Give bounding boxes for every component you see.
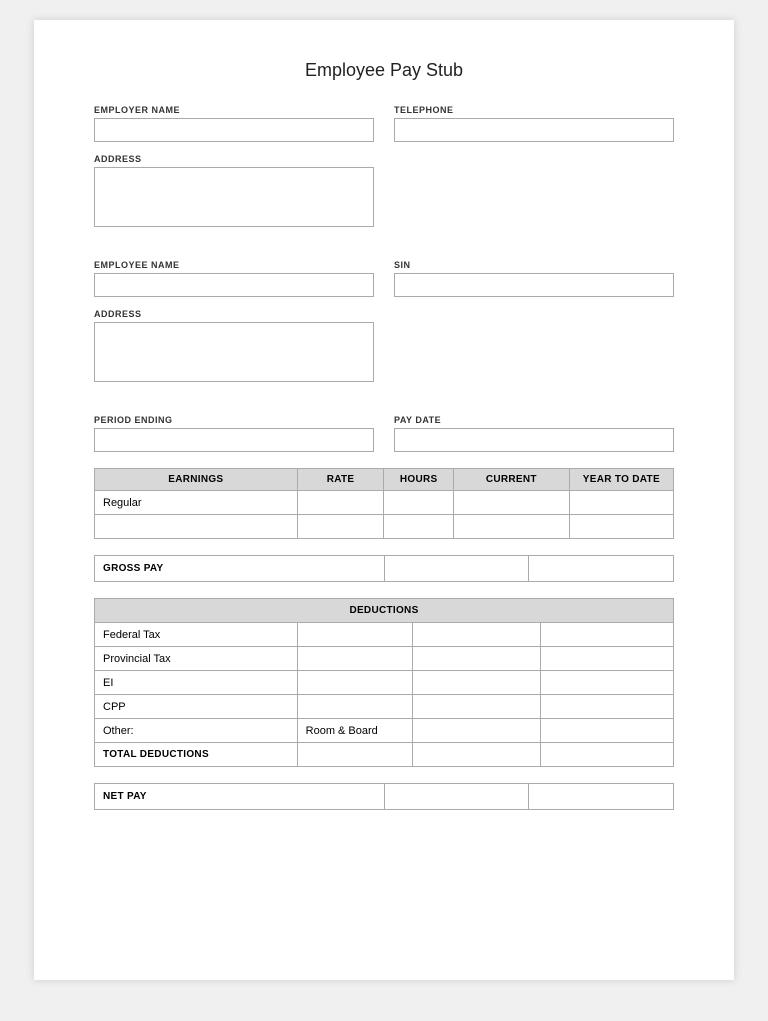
deductions-header-row: DEDUCTIONS <box>95 599 674 623</box>
deductions-header: DEDUCTIONS <box>95 599 674 623</box>
earnings-row-ytd <box>569 491 673 515</box>
employee-address-label: ADDRESS <box>94 309 374 319</box>
period-ending-input[interactable] <box>94 428 374 452</box>
deductions-federal-ytd <box>540 623 673 647</box>
pay-date-label: PAY DATE <box>394 415 674 425</box>
employee-right: SIN <box>394 260 674 399</box>
gross-pay-table: GROSS PAY <box>94 555 674 582</box>
deductions-federal-sub <box>297 623 413 647</box>
deductions-provincial-sub <box>297 647 413 671</box>
deductions-federal-row: Federal Tax <box>95 623 674 647</box>
sin-input[interactable] <box>394 273 674 297</box>
deductions-cpp-ytd <box>540 695 673 719</box>
table-row-empty <box>95 515 674 539</box>
deductions-provincial-label: Provincial Tax <box>95 647 298 671</box>
deductions-provincial-current <box>413 647 540 671</box>
deductions-other-label: Other: <box>95 719 298 743</box>
deductions-provincial-ytd <box>540 647 673 671</box>
employee-section: EMPLOYEE NAME ADDRESS SIN <box>94 260 674 399</box>
earnings-header-current: CURRENT <box>453 469 569 491</box>
earnings-header-ytd: YEAR TO DATE <box>569 469 673 491</box>
earnings-row-hours <box>384 491 453 515</box>
employer-right: TELEPHONE <box>394 105 674 244</box>
gross-pay-row: GROSS PAY <box>95 556 674 582</box>
gross-pay-ytd <box>529 556 674 582</box>
employee-address-input[interactable] <box>94 322 374 382</box>
net-pay-label: NET PAY <box>95 784 385 810</box>
employer-name-input[interactable] <box>94 118 374 142</box>
deductions-ei-current <box>413 671 540 695</box>
deductions-other-ytd <box>540 719 673 743</box>
employee-name-label: EMPLOYEE NAME <box>94 260 374 270</box>
employee-name-group: EMPLOYEE NAME <box>94 260 374 297</box>
employer-left: EMPLOYER NAME ADDRESS <box>94 105 374 244</box>
pay-date-input[interactable] <box>394 428 674 452</box>
earnings-row-rate <box>297 491 384 515</box>
deductions-cpp-current <box>413 695 540 719</box>
gross-pay-label: GROSS PAY <box>95 556 385 582</box>
gross-pay-current <box>384 556 529 582</box>
period-section: PERIOD ENDING PAY DATE <box>94 415 674 452</box>
deductions-cpp-sub <box>297 695 413 719</box>
deductions-ei-sub <box>297 671 413 695</box>
pay-stub-page: Employee Pay Stub EMPLOYER NAME ADDRESS … <box>34 20 734 980</box>
deductions-section: DEDUCTIONS Federal Tax Provincial Tax <box>94 598 674 767</box>
earnings-header-earnings: EARNINGS <box>95 469 298 491</box>
earnings-empty-rate <box>297 515 384 539</box>
deductions-other-sub: Room & Board <box>297 719 413 743</box>
deductions-total-sub <box>297 743 413 767</box>
net-pay-section: NET PAY <box>94 783 674 810</box>
employee-name-input[interactable] <box>94 273 374 297</box>
earnings-header-rate: RATE <box>297 469 384 491</box>
net-pay-row: NET PAY <box>95 784 674 810</box>
earnings-row-current <box>453 491 569 515</box>
earnings-section: EARNINGS RATE HOURS CURRENT YEAR TO DATE… <box>94 468 674 539</box>
sin-group: SIN <box>394 260 674 297</box>
telephone-group: TELEPHONE <box>394 105 674 142</box>
pay-date-group: PAY DATE <box>394 415 674 452</box>
deductions-total-ytd <box>540 743 673 767</box>
gross-pay-section: GROSS PAY <box>94 555 674 582</box>
deductions-cpp-row: CPP <box>95 695 674 719</box>
deductions-ei-row: EI <box>95 671 674 695</box>
net-pay-ytd <box>529 784 674 810</box>
period-ending-label: PERIOD ENDING <box>94 415 374 425</box>
deductions-other-current <box>413 719 540 743</box>
earnings-table: EARNINGS RATE HOURS CURRENT YEAR TO DATE… <box>94 468 674 539</box>
deductions-ei-ytd <box>540 671 673 695</box>
earnings-empty-label <box>95 515 298 539</box>
employer-name-group: EMPLOYER NAME <box>94 105 374 142</box>
telephone-label: TELEPHONE <box>394 105 674 115</box>
employer-address-group: ADDRESS <box>94 154 374 232</box>
net-pay-current <box>384 784 529 810</box>
employer-name-label: EMPLOYER NAME <box>94 105 374 115</box>
sin-label: SIN <box>394 260 674 270</box>
net-pay-table: NET PAY <box>94 783 674 810</box>
earnings-header-hours: HOURS <box>384 469 453 491</box>
telephone-input[interactable] <box>394 118 674 142</box>
employer-section: EMPLOYER NAME ADDRESS TELEPHONE <box>94 105 674 244</box>
earnings-row-label: Regular <box>95 491 298 515</box>
table-row: Regular <box>95 491 674 515</box>
earnings-empty-current <box>453 515 569 539</box>
employer-address-input[interactable] <box>94 167 374 227</box>
employee-left: EMPLOYEE NAME ADDRESS <box>94 260 374 399</box>
deductions-federal-current <box>413 623 540 647</box>
page-title: Employee Pay Stub <box>94 60 674 81</box>
deductions-table: DEDUCTIONS Federal Tax Provincial Tax <box>94 598 674 767</box>
deductions-total-row: TOTAL DEDUCTIONS <box>95 743 674 767</box>
earnings-empty-hours <box>384 515 453 539</box>
deductions-provincial-row: Provincial Tax <box>95 647 674 671</box>
deductions-total-label: TOTAL DEDUCTIONS <box>95 743 298 767</box>
employee-address-group: ADDRESS <box>94 309 374 387</box>
deductions-cpp-label: CPP <box>95 695 298 719</box>
deductions-federal-label: Federal Tax <box>95 623 298 647</box>
earnings-empty-ytd <box>569 515 673 539</box>
period-ending-group: PERIOD ENDING <box>94 415 374 452</box>
deductions-other-row: Other: Room & Board <box>95 719 674 743</box>
employer-address-label: ADDRESS <box>94 154 374 164</box>
deductions-ei-label: EI <box>95 671 298 695</box>
deductions-total-current <box>413 743 540 767</box>
